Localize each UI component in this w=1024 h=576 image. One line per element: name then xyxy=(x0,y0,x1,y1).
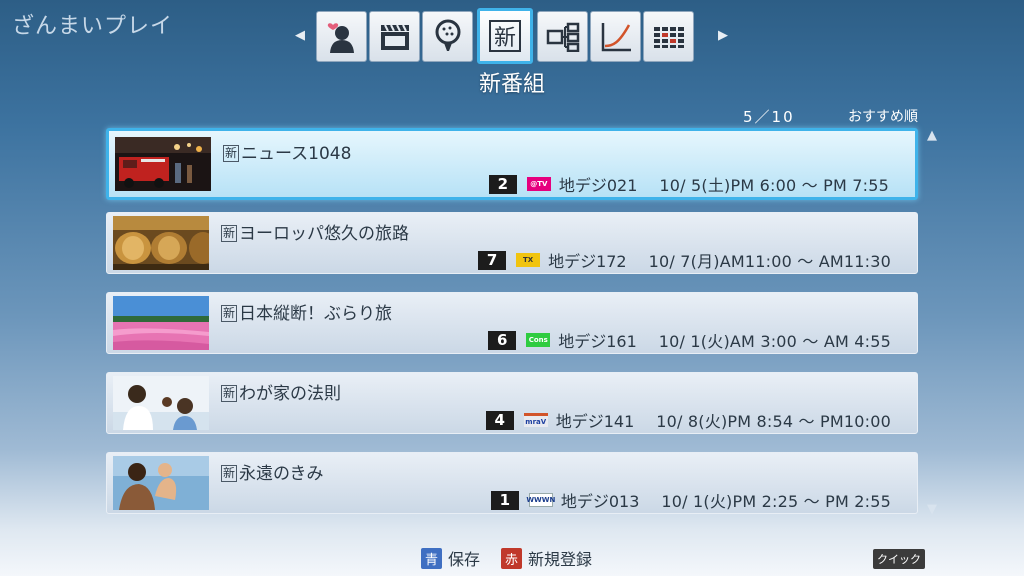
program-row[interactable]: 新永遠のきみ 1 WWWN 地デジ013 10/ 1(火)PM 2:25 ～ P… xyxy=(106,452,918,514)
new-badge: 新 xyxy=(221,465,238,482)
channel-logo-icon: WWWN xyxy=(526,493,555,507)
station-name: 地デジ141 xyxy=(555,412,635,431)
air-time: 10/ 8(火)PM 8:54 ～ PM10:00 xyxy=(656,412,891,431)
station-name: 地デジ013 xyxy=(560,492,640,511)
station-name: 地デジ021 xyxy=(558,176,638,195)
program-title: 新ニュース1048 xyxy=(223,139,351,164)
program-title-text: ニュース1048 xyxy=(241,144,352,164)
clapperboard-icon xyxy=(380,24,409,50)
flower-field-thumbnail xyxy=(113,296,209,350)
category-ranking-button[interactable] xyxy=(590,11,641,62)
channel-logo-icon: @TV xyxy=(526,177,551,191)
air-time: 10/ 5(土)PM 6:00 ～ PM 7:55 xyxy=(659,176,889,195)
blue-key-icon: 青 xyxy=(421,547,443,569)
category-series-button[interactable] xyxy=(537,11,588,62)
air-time: 10/ 1(火)AM 3:00 ～ AM 4:55 xyxy=(658,332,891,351)
save-key-hint[interactable]: 青 保存 xyxy=(421,546,480,570)
program-title-text: わが家の法則 xyxy=(239,384,342,404)
red-key-icon: 赤 xyxy=(501,547,523,569)
category-favorites-button[interactable] xyxy=(316,11,367,62)
mother-baby-thumbnail xyxy=(113,456,209,510)
channel-number: 2 xyxy=(488,174,517,194)
program-meta: 1 WWWN 地デジ013 10/ 1(火)PM 2:25 ～ PM 2:55 xyxy=(490,488,891,512)
wine-barrels-thumbnail xyxy=(113,216,209,270)
channel-number: 7 xyxy=(478,250,507,270)
ranking-chart-icon xyxy=(601,22,631,51)
new-badge: 新 xyxy=(221,305,238,322)
new-registration-key-hint[interactable]: 赤 新規登録 xyxy=(501,546,592,570)
station-name: 地デジ172 xyxy=(548,252,627,271)
program-row[interactable]: 新ニュース1048 2 @TV 地デジ021 10/ 5(土)PM 6:00 ～… xyxy=(106,128,918,200)
person-heart-icon xyxy=(327,22,354,53)
scroll-up-arrow[interactable]: ▲ xyxy=(927,128,937,143)
series-tree-icon xyxy=(546,22,579,52)
category-prev-arrow[interactable]: ◀ xyxy=(295,28,305,43)
program-row[interactable]: 新日本縦断！ぶらり旅 6 Cons 地デジ161 10/ 1(火)AM 3:00… xyxy=(106,292,918,354)
sort-order-label[interactable]: おすすめ順 xyxy=(848,106,918,126)
new-program-icon: 新 xyxy=(489,20,521,52)
category-title: 新番組 xyxy=(478,72,545,97)
category-next-arrow[interactable]: ▶ xyxy=(718,28,728,43)
program-title-text: ヨーロッパ悠久の旅路 xyxy=(239,224,410,244)
program-title-text: 永遠のきみ xyxy=(239,464,324,484)
air-time: 10/ 7(月)AM11:00 ～ AM11:30 xyxy=(648,252,891,271)
page-counter: 5／10 xyxy=(743,108,795,126)
category-new-programs-button[interactable]: 新 xyxy=(477,8,533,64)
program-meta: 2 @TV 地デジ021 10/ 5(土)PM 6:00 ～ PM 7:55 xyxy=(488,172,889,196)
category-bar: 新 xyxy=(316,8,694,64)
program-row[interactable]: 新ヨーロッパ悠久の旅路 7 TX 地デジ172 10/ 7(月)AM11:00 … xyxy=(106,212,918,274)
svg-text:新: 新 xyxy=(494,26,516,51)
grid-icon xyxy=(653,26,684,48)
channel-logo-icon: Cons xyxy=(526,333,551,347)
program-meta: 7 TX 地デジ172 10/ 7(月)AM11:00 ～ AM11:30 xyxy=(478,248,891,272)
program-list: 新ニュース1048 2 @TV 地デジ021 10/ 5(土)PM 6:00 ～… xyxy=(106,128,918,532)
new-badge: 新 xyxy=(221,225,238,242)
golf-ball-icon xyxy=(435,19,460,51)
program-title: 新日本縦断！ぶらり旅 xyxy=(221,299,392,324)
channel-logo-icon: TX xyxy=(516,253,541,267)
new-badge: 新 xyxy=(223,145,240,162)
station-name: 地デジ161 xyxy=(558,332,637,351)
channel-number: 1 xyxy=(490,490,519,510)
new-registration-label: 新規登録 xyxy=(528,550,593,569)
channel-logo-icon: mraV xyxy=(523,413,548,427)
app-title: ざんまいプレイ xyxy=(12,14,174,39)
fire-truck-thumbnail xyxy=(115,137,211,191)
category-movies-button[interactable] xyxy=(369,11,420,62)
scroll-down-arrow[interactable]: ▼ xyxy=(927,502,937,517)
program-meta: 6 Cons 地デジ161 10/ 1(火)AM 3:00 ～ AM 4:55 xyxy=(488,328,891,352)
new-badge: 新 xyxy=(221,385,238,402)
program-title: 新わが家の法則 xyxy=(221,379,341,404)
program-title-text: 日本縦断！ぶらり旅 xyxy=(239,304,393,324)
save-label: 保存 xyxy=(448,550,481,569)
category-sports-button[interactable] xyxy=(422,11,473,62)
family-thumbnail xyxy=(113,376,209,430)
channel-number: 6 xyxy=(488,330,517,350)
channel-number: 4 xyxy=(485,410,514,430)
category-guide-button[interactable] xyxy=(643,11,694,62)
program-meta: 4 mraV 地デジ141 10/ 8(火)PM 8:54 ～ PM10:00 xyxy=(485,408,891,432)
program-title: 新ヨーロッパ悠久の旅路 xyxy=(221,219,409,244)
program-title: 新永遠のきみ xyxy=(221,459,324,484)
air-time: 10/ 1(火)PM 2:25 ～ PM 2:55 xyxy=(661,492,891,511)
quick-menu-button[interactable]: クイック xyxy=(873,549,925,569)
program-row[interactable]: 新わが家の法則 4 mraV 地デジ141 10/ 8(火)PM 8:54 ～ … xyxy=(106,372,918,434)
